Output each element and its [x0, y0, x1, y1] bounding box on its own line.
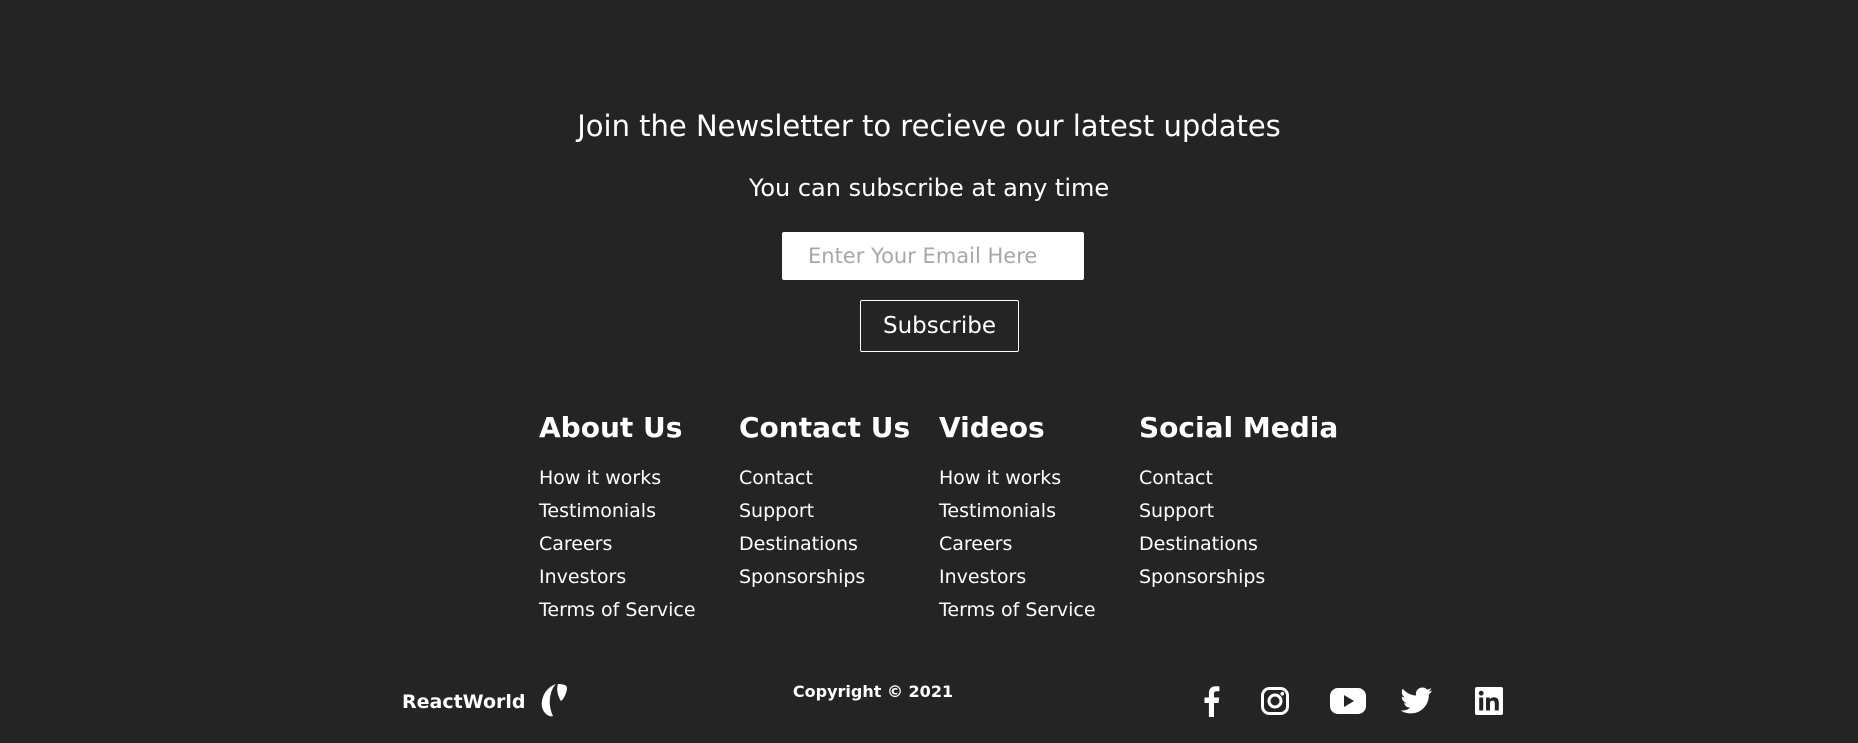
footer-link[interactable]: Destinations [1139, 533, 1258, 555]
footer-link[interactable]: Contact [739, 467, 813, 489]
email-input[interactable] [782, 232, 1084, 280]
column-title: Social Media [1139, 411, 1339, 444]
footer-column-social-media: Social Media Contact Support Destination… [1139, 408, 1339, 594]
footer-link[interactable]: Careers [939, 533, 1012, 555]
footer-column-about-us: About Us How it works Testimonials Caree… [539, 408, 739, 627]
footer-link[interactable]: Terms of Service [939, 599, 1096, 621]
footer-link[interactable]: Investors [939, 566, 1026, 588]
footer-link[interactable]: Support [739, 500, 814, 522]
footer-link[interactable]: Sponsorships [1139, 566, 1265, 588]
linkedin-icon[interactable] [1472, 684, 1506, 718]
typo3-icon [536, 683, 568, 721]
footer-link[interactable]: Testimonials [939, 500, 1056, 522]
column-title: Contact Us [739, 411, 911, 444]
copyright-text: Copyright © 2021 [792, 682, 954, 701]
newsletter-subheading: You can subscribe at any time [748, 174, 1110, 202]
footer-link[interactable]: Careers [539, 533, 612, 555]
subscribe-button[interactable]: Subscribe [860, 300, 1019, 352]
newsletter-heading: Join the Newsletter to recieve our lates… [577, 109, 1281, 143]
footer-link[interactable]: Testimonials [539, 500, 656, 522]
brand-name: ReactWorld [402, 691, 526, 713]
footer-column-contact-us: Contact Us Contact Support Destinations … [739, 408, 939, 594]
facebook-icon[interactable] [1194, 684, 1228, 718]
youtube-icon[interactable] [1328, 684, 1368, 718]
column-title: Videos [939, 411, 1045, 444]
footer-link[interactable]: Terms of Service [539, 599, 696, 621]
footer-link[interactable]: Investors [539, 566, 626, 588]
column-title: About Us [539, 411, 683, 444]
footer-link[interactable]: How it works [539, 467, 661, 489]
footer-link[interactable]: Sponsorships [739, 566, 865, 588]
footer-link[interactable]: Support [1139, 500, 1214, 522]
brand-logo-link[interactable]: ReactWorld [402, 684, 568, 720]
twitter-icon[interactable] [1400, 684, 1434, 718]
footer-link[interactable]: Contact [1139, 467, 1213, 489]
footer-link[interactable]: How it works [939, 467, 1061, 489]
footer-column-videos: Videos How it works Testimonials Careers… [939, 408, 1139, 627]
instagram-icon[interactable] [1258, 684, 1292, 718]
footer-link[interactable]: Destinations [739, 533, 858, 555]
